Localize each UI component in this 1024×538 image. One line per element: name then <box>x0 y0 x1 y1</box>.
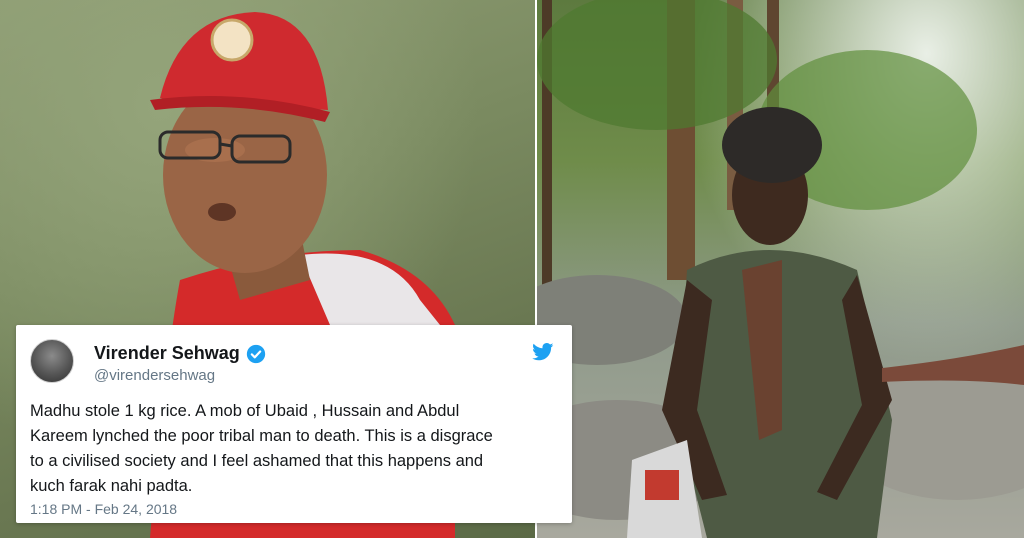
tweet-header: Virender Sehwag @virendersehwag <box>30 337 554 389</box>
tweet-timestamp[interactable]: 1:18 PM - Feb 24, 2018 <box>30 501 177 517</box>
tweet-text: Madhu stole 1 kg rice. A mob of Ubaid , … <box>30 402 493 495</box>
name-row: Virender Sehwag <box>94 343 266 364</box>
user-handle[interactable]: @virendersehwag <box>94 367 215 384</box>
verified-badge-icon <box>246 344 265 363</box>
avatar[interactable] <box>30 339 74 383</box>
photo-tribal-man <box>537 0 1024 538</box>
tweet-card[interactable]: Virender Sehwag @virendersehwag Madhu st… <box>16 325 572 523</box>
display-name[interactable]: Virender Sehwag <box>94 343 240 364</box>
twitter-bird-icon[interactable] <box>532 343 554 361</box>
forest-scene-illustration <box>537 0 1024 538</box>
